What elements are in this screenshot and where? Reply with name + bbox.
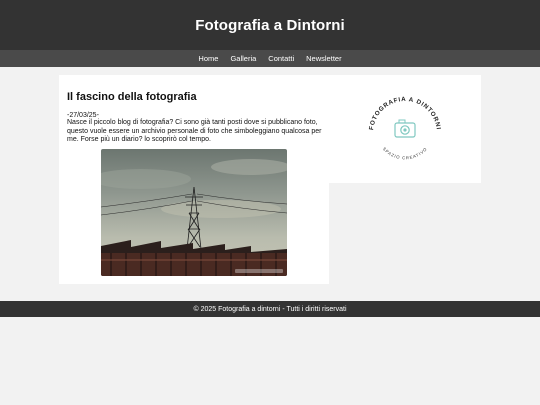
site-footer: © 2025 Fotografia a dintorni - Tutti i d…: [0, 301, 540, 317]
camera-icon: [394, 119, 416, 138]
nav-item-home[interactable]: Home: [192, 54, 224, 63]
site-header: Fotografia a Dintorni: [0, 0, 540, 50]
svg-text:SPAZIO CREATIVO: SPAZIO CREATIVO: [382, 146, 428, 160]
sidebar-logo-card: FOTOGRAFIA A DINTORNI SPAZIO CREATIVO: [329, 75, 481, 183]
nav-item-contatti[interactable]: Contatti: [262, 54, 300, 63]
footer-copyright: © 2025 Fotografia a dintorni - Tutti i d…: [193, 305, 347, 313]
site-title: Fotografia a Dintorni: [195, 16, 345, 34]
main-nav: Home Galleria Contatti Newsletter: [0, 50, 540, 67]
post-body: Nasce il piccolo blog di fotografia? Ci …: [67, 119, 322, 143]
brand-logo: FOTOGRAFIA A DINTORNI SPAZIO CREATIVO: [365, 95, 445, 167]
post-title: Il fascino della fotografia: [67, 91, 197, 103]
post-date: -27/03/25-: [67, 112, 99, 119]
post-photo: [101, 149, 287, 276]
post-card: Il fascino della fotografia -27/03/25- N…: [59, 75, 329, 284]
nav-item-newsletter[interactable]: Newsletter: [300, 54, 347, 63]
nav-item-galleria[interactable]: Galleria: [224, 54, 262, 63]
